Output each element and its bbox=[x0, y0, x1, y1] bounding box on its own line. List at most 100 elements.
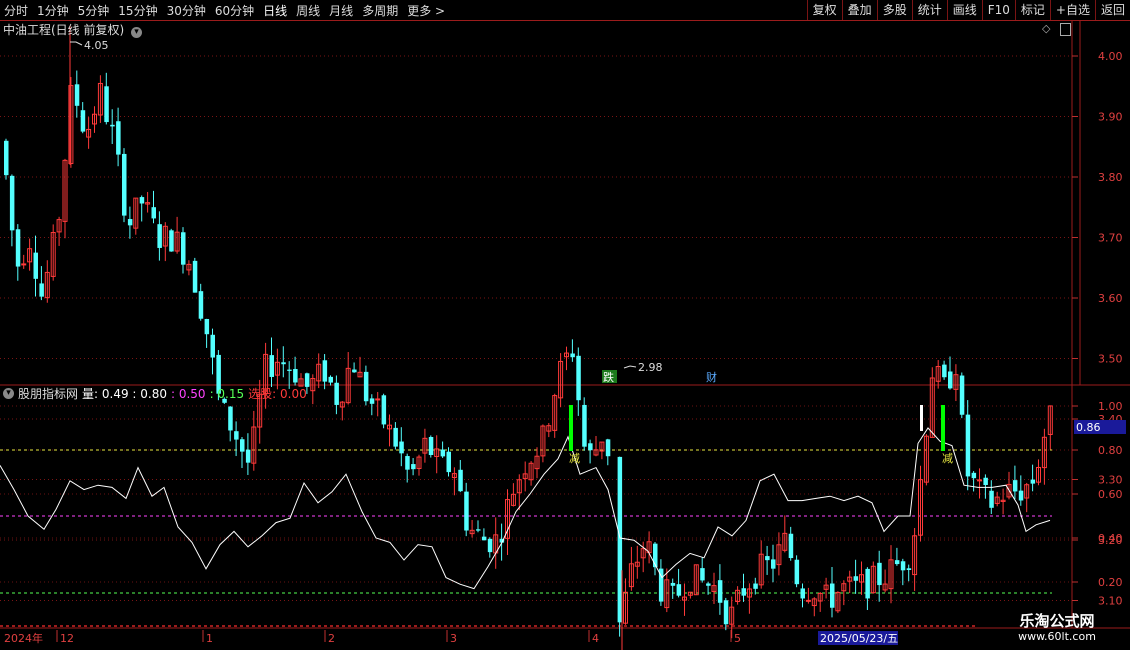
finance-marker[interactable]: 财 bbox=[706, 370, 717, 384]
candle-body bbox=[74, 84, 80, 106]
signal-bar-white bbox=[920, 405, 923, 431]
candle-body bbox=[381, 395, 387, 425]
candle-body bbox=[181, 232, 186, 265]
candle-body bbox=[481, 536, 487, 541]
price-tick-label: 3.10 bbox=[1098, 595, 1123, 608]
cursor-date-label: 2025/05/23/五 bbox=[820, 632, 898, 645]
signal-label-1: 减 bbox=[569, 452, 580, 465]
candle-body bbox=[753, 583, 758, 589]
candle-body bbox=[700, 568, 705, 581]
candle-body bbox=[375, 398, 381, 401]
date-label: 3 bbox=[450, 632, 457, 645]
chart-canvas[interactable]: 4.003.903.803.703.603.503.403.303.203.10… bbox=[0, 0, 1130, 650]
candle-body bbox=[204, 318, 210, 335]
candle-body bbox=[676, 584, 682, 596]
current-value-label: 0.86 bbox=[1076, 421, 1101, 434]
candle-body bbox=[741, 588, 746, 596]
candle-body bbox=[157, 224, 162, 248]
candle-body bbox=[363, 371, 369, 402]
date-label: 5 bbox=[734, 632, 741, 645]
candle-body bbox=[104, 86, 109, 123]
candle-body bbox=[80, 110, 86, 132]
price-tick-label: 3.80 bbox=[1098, 171, 1123, 184]
candle-body bbox=[139, 197, 145, 204]
candle-body bbox=[865, 568, 870, 599]
date-label: 4 bbox=[592, 632, 599, 645]
candle-body bbox=[942, 364, 947, 378]
candle-body bbox=[151, 207, 156, 219]
price-tick-label: 4.00 bbox=[1098, 50, 1123, 63]
low-price-label: 2.98 bbox=[638, 361, 663, 374]
candle-body bbox=[110, 124, 115, 127]
candle-body bbox=[293, 369, 298, 383]
candle-body bbox=[788, 533, 794, 559]
candle-body bbox=[440, 449, 446, 457]
candle-body bbox=[989, 490, 994, 508]
candle-body bbox=[771, 559, 776, 569]
candle-body bbox=[240, 439, 245, 452]
candle-body bbox=[4, 140, 9, 176]
candle-body bbox=[322, 360, 328, 382]
candle-body bbox=[287, 369, 292, 371]
candle-body bbox=[428, 437, 434, 455]
candle-body bbox=[1012, 480, 1018, 492]
price-tick-label: 3.30 bbox=[1098, 474, 1123, 487]
main-chart-title: 中油工程(日线 前复权) ▾ bbox=[3, 22, 143, 38]
low-pointer bbox=[623, 365, 637, 369]
indicator-tick-label: 0.80 bbox=[1098, 444, 1123, 457]
candle-body bbox=[894, 560, 900, 565]
candle-body bbox=[1018, 490, 1024, 501]
candle-body bbox=[900, 561, 906, 571]
candle-body bbox=[369, 398, 375, 404]
price-tick-label: 3.50 bbox=[1098, 353, 1123, 366]
candle-body bbox=[800, 588, 805, 599]
candle-body bbox=[653, 543, 658, 568]
candle-body bbox=[605, 439, 611, 457]
price-tick-label: 3.60 bbox=[1098, 292, 1123, 305]
candle-body bbox=[805, 599, 811, 602]
settings-icon[interactable] bbox=[1060, 23, 1071, 36]
candle-body bbox=[405, 456, 410, 470]
candle-body bbox=[21, 263, 27, 266]
candle-body bbox=[582, 404, 587, 447]
candle-body bbox=[210, 334, 215, 358]
candle-body bbox=[116, 121, 121, 155]
signal-bar-2 bbox=[941, 405, 945, 451]
date-label: 2024年 bbox=[4, 631, 43, 645]
value-3: : 0.15 bbox=[209, 387, 245, 401]
watermark-url: www.60lt.com bbox=[1018, 630, 1096, 643]
candle-body bbox=[328, 376, 333, 383]
indicator-chevron-icon[interactable]: ▾ bbox=[3, 388, 14, 399]
candle-body bbox=[794, 559, 800, 585]
candle-body bbox=[983, 477, 988, 486]
drop-marker[interactable]: 跌 bbox=[603, 370, 614, 384]
candle-body bbox=[269, 355, 274, 377]
stock-title: 中油工程(日线 前复权) bbox=[3, 23, 125, 37]
candle-body bbox=[352, 369, 357, 373]
candle-body bbox=[570, 353, 575, 358]
candle-body bbox=[830, 583, 835, 608]
candle-body bbox=[169, 230, 174, 252]
candle-body bbox=[122, 153, 127, 216]
candle-body bbox=[9, 175, 15, 231]
candle-body bbox=[906, 568, 912, 570]
candle-body bbox=[588, 443, 593, 451]
candlestick-series bbox=[4, 25, 1053, 650]
candle-body bbox=[15, 229, 21, 267]
candle-body bbox=[245, 449, 251, 463]
signal-label-2: 减 bbox=[942, 452, 953, 465]
volume-values: 量: 0.49 : 0.80 bbox=[82, 387, 167, 401]
candle-body bbox=[334, 382, 339, 405]
indicator-header: ▾ 股朋指标网 量: 0.49 : 0.80 : 0.50 : 0.15 选股:… bbox=[3, 387, 311, 401]
high-price-label: 4.05 bbox=[84, 39, 109, 52]
chevron-down-icon[interactable]: ▾ bbox=[131, 27, 143, 38]
candle-body bbox=[948, 371, 953, 389]
candle-body bbox=[965, 414, 971, 477]
candle-body bbox=[192, 260, 198, 293]
diamond-icon[interactable]: ◇ bbox=[1042, 22, 1050, 35]
indicator-tick-label: 0.60 bbox=[1098, 488, 1123, 501]
value-2: : 0.50 bbox=[170, 387, 206, 401]
candle-body bbox=[853, 576, 859, 581]
candle-body bbox=[877, 562, 882, 586]
candle-body bbox=[717, 580, 723, 603]
